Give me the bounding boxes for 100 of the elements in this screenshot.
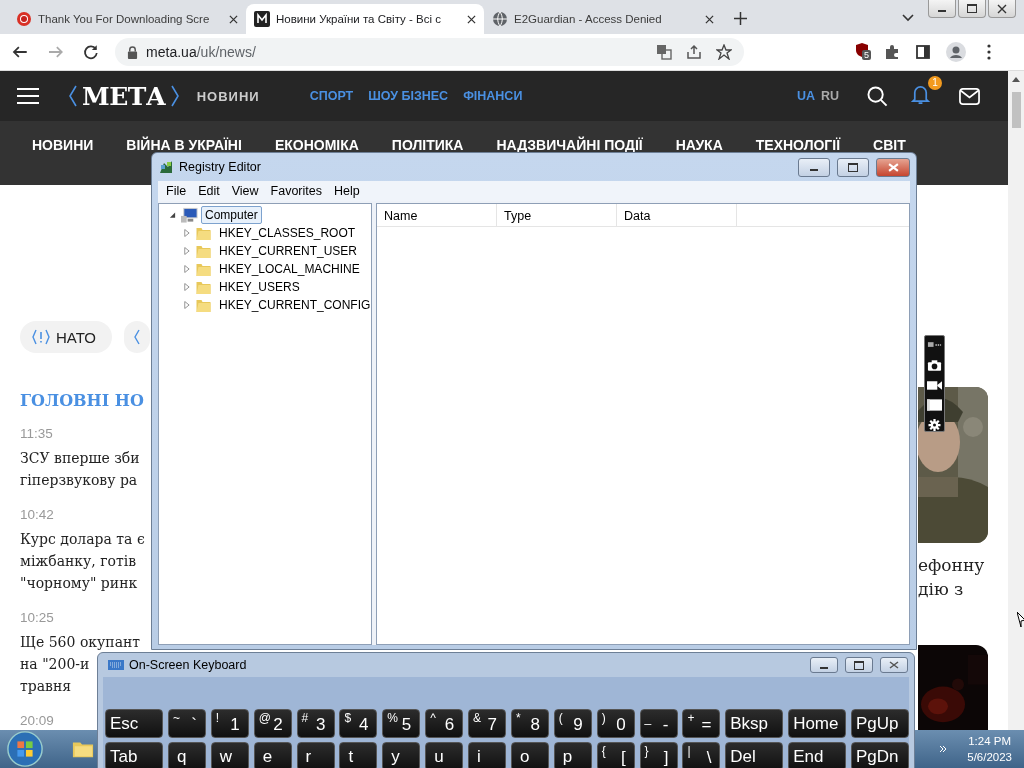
- news-headline[interactable]: міжбанку, готів: [20, 550, 150, 572]
- category-link[interactable]: НАУКА: [675, 137, 723, 153]
- keyboard-key[interactable]: ~ `: [167, 709, 206, 738]
- translate-icon[interactable]: [656, 44, 672, 60]
- site-logo[interactable]: МЕТА: [82, 81, 166, 111]
- header-link[interactable]: СПОРТ: [309, 89, 354, 103]
- tree-item[interactable]: Computer: [201, 206, 262, 224]
- mail-icon[interactable]: [959, 85, 980, 107]
- menu-item[interactable]: Edit: [192, 184, 226, 198]
- category-link[interactable]: НОВИНИ: [32, 137, 94, 153]
- keyboard-key[interactable]: # 3: [296, 709, 335, 738]
- keyboard-key[interactable]: Bksp: [725, 709, 784, 738]
- back-icon[interactable]: [12, 44, 28, 60]
- browser-tab[interactable]: Новини України та Світу - Всі с: [246, 4, 484, 34]
- keyboard-key[interactable]: _ -: [639, 709, 678, 738]
- news-headline[interactable]: ефонну: [918, 553, 988, 577]
- news-headline[interactable]: "чорному" ринк: [20, 572, 150, 594]
- expander-icon[interactable]: [169, 211, 176, 219]
- browser-tab[interactable]: E2Guardian - Access Denied: [484, 4, 722, 34]
- keyboard-key[interactable]: Tab: [105, 742, 163, 768]
- minimize-button[interactable]: [798, 157, 830, 177]
- category-link[interactable]: ПОЛІТИКА: [391, 137, 464, 153]
- minimize-button[interactable]: [928, 0, 956, 18]
- settings-icon[interactable]: [927, 419, 942, 431]
- start-button[interactable]: [6, 730, 44, 768]
- keyboard-key[interactable]: Esc: [105, 709, 163, 738]
- category-link[interactable]: ВІЙНА В УКРАЇНІ: [126, 137, 242, 153]
- keyboard-key[interactable]: $ 4: [339, 709, 378, 738]
- news-headline[interactable]: Ще 560 окупант: [20, 631, 150, 653]
- keyboard-key[interactable]: ^ 6: [425, 709, 464, 738]
- puzzle-icon[interactable]: [884, 44, 900, 60]
- keyboard-key[interactable]: u: [425, 742, 464, 768]
- news-headline[interactable]: ЗСУ вперше зби: [20, 447, 150, 469]
- language-link[interactable]: RU: [820, 89, 839, 103]
- keyboard-key[interactable]: + =: [682, 709, 721, 738]
- address-bar[interactable]: meta.ua/uk/news/: [115, 38, 744, 66]
- keyboard-key[interactable]: } ]: [639, 742, 678, 768]
- restore-button[interactable]: [958, 0, 986, 18]
- keyboard-key[interactable]: i: [468, 742, 506, 768]
- menu-item[interactable]: Favorites: [264, 184, 328, 198]
- reload-icon[interactable]: [83, 44, 100, 60]
- keyboard-key[interactable]: Del: [725, 742, 784, 768]
- video-camera-icon[interactable]: [927, 379, 942, 391]
- new-tab-icon[interactable]: [734, 12, 747, 25]
- scroll-up-icon[interactable]: [1012, 77, 1020, 82]
- menu-item[interactable]: Help: [328, 184, 366, 198]
- header-link[interactable]: ФІНАНСИ: [463, 89, 523, 103]
- keyboard-key[interactable]: @2: [253, 709, 292, 738]
- keyboard-key[interactable]: o: [510, 742, 549, 768]
- keyboard-key[interactable]: PgUp: [851, 709, 909, 738]
- tree-item[interactable]: HKEY_CLASSES_ROOT: [215, 224, 360, 242]
- close-button[interactable]: [988, 0, 1016, 18]
- tree-item[interactable]: HKEY_CURRENT_CONFIG: [215, 296, 375, 314]
- tree-item[interactable]: HKEY_USERS: [215, 278, 304, 296]
- minimize-button[interactable]: [810, 657, 838, 673]
- star-icon[interactable]: [716, 44, 732, 60]
- clock-time[interactable]: 1:24 PM: [968, 733, 1012, 749]
- tree-item[interactable]: HKEY_CURRENT_USER: [215, 242, 362, 260]
- news-headline[interactable]: Курс долара та є: [20, 528, 150, 550]
- category-link[interactable]: НАДЗВИЧАЙНІ ПОДІЇ: [496, 137, 643, 153]
- keyboard-key[interactable]: * 8: [510, 709, 549, 738]
- scrollbar-thumb[interactable]: [1011, 92, 1021, 128]
- category-link[interactable]: ТЕХНОЛОГІЇ: [755, 137, 841, 153]
- profile-icon[interactable]: [946, 42, 966, 62]
- menu-icon[interactable]: [17, 87, 39, 105]
- keyboard-key[interactable]: y: [382, 742, 421, 768]
- keyboard-key[interactable]: & 7: [468, 709, 506, 738]
- show-hidden-icon[interactable]: [939, 745, 948, 753]
- keyboard-key[interactable]: | \: [682, 742, 721, 768]
- column-header[interactable]: Type: [497, 204, 617, 226]
- search-icon[interactable]: [867, 85, 888, 107]
- side-panel-icon[interactable]: [915, 44, 931, 60]
- news-headline[interactable]: гіперзвукову ра: [20, 469, 150, 491]
- chevron-down-icon[interactable]: [902, 14, 914, 22]
- close-icon[interactable]: [705, 14, 714, 24]
- maximize-button[interactable]: [845, 657, 873, 673]
- column-header[interactable]: Data: [617, 204, 737, 226]
- keyboard-key[interactable]: ) 0: [596, 709, 635, 738]
- keyboard-key[interactable]: ( 9: [553, 709, 592, 738]
- close-icon[interactable]: [229, 14, 238, 24]
- keyboard-key[interactable]: End: [788, 742, 847, 768]
- header-link[interactable]: ШОУ БІЗНЕС: [368, 89, 449, 103]
- keyboard-key[interactable]: % 5: [382, 709, 421, 738]
- browser-tab[interactable]: Thank You For Downloading Scre: [8, 4, 246, 34]
- close-button[interactable]: [880, 657, 908, 673]
- menu-item[interactable]: View: [225, 184, 265, 198]
- camera-icon[interactable]: [927, 359, 942, 371]
- keyboard-key[interactable]: { [: [596, 742, 635, 768]
- keyboard-key[interactable]: ! 1: [210, 709, 249, 738]
- clock-date[interactable]: 5/6/2023: [967, 749, 1012, 765]
- keyboard-key[interactable]: e: [253, 742, 292, 768]
- bell-icon[interactable]: [910, 83, 931, 105]
- keyboard-key[interactable]: t: [339, 742, 378, 768]
- keyboard-key[interactable]: w: [210, 742, 249, 768]
- keyboard-key[interactable]: r: [296, 742, 335, 768]
- keyboard-key[interactable]: Home: [788, 709, 847, 738]
- language-link[interactable]: UA: [796, 89, 815, 103]
- keyboard-key[interactable]: q: [167, 742, 206, 768]
- keyboard-key[interactable]: p: [553, 742, 592, 768]
- maximize-button[interactable]: [837, 157, 869, 177]
